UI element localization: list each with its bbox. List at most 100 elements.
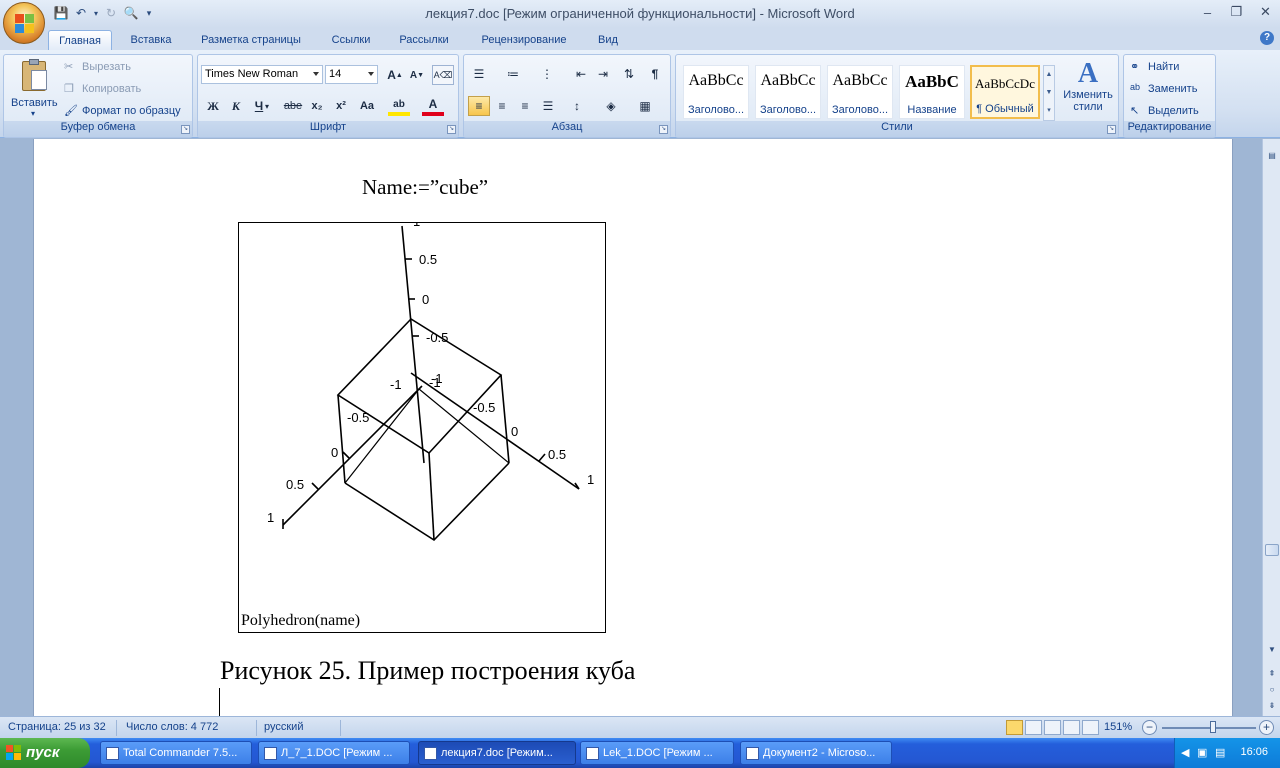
office-button[interactable] <box>3 2 45 44</box>
ruler-toggle-icon[interactable]: ▤ <box>1264 149 1280 163</box>
style-heading3[interactable]: AaBbCc Заголово... <box>827 65 893 119</box>
close-button[interactable]: ✕ <box>1251 0 1280 24</box>
change-styles-button[interactable]: A Изменить стили <box>1060 59 1116 121</box>
tab-home[interactable]: Главная <box>48 30 112 50</box>
tray-network-icon[interactable]: ▣ <box>1197 746 1207 759</box>
z-tick-top: 1 <box>413 223 420 229</box>
tray-language-icon[interactable]: ▤ <box>1215 746 1225 759</box>
style-heading1[interactable]: AaBbCc Заголово... <box>683 65 749 119</box>
figure-caption: Рисунок 25. Пример построения куба <box>220 656 636 685</box>
italic-button[interactable]: К <box>225 96 247 116</box>
status-bar: Страница: 25 из 32 Число слов: 4 772 рус… <box>0 716 1280 738</box>
line-spacing-icon[interactable]: ↕ <box>566 96 588 116</box>
font-launcher-icon[interactable]: ↘ <box>447 125 456 134</box>
show-marks-button[interactable]: ¶ <box>644 64 666 84</box>
previous-page-icon[interactable]: ⇞ <box>1264 667 1280 681</box>
cube-edges <box>336 317 510 542</box>
clipboard-launcher-icon[interactable]: ↘ <box>181 125 190 134</box>
shading-icon[interactable]: ◈ <box>600 96 622 116</box>
replace-button[interactable]: ab Заменить <box>1130 81 1214 99</box>
x-axis <box>410 372 580 490</box>
style-title[interactable]: AaBbC Название <box>899 65 965 119</box>
page-counter[interactable]: Страница: 25 из 32 <box>8 721 106 733</box>
bold-button[interactable]: Ж <box>202 96 224 116</box>
vertical-scrollbar[interactable]: ▤ ▼ ⇞ ○ ⇟ <box>1262 139 1280 716</box>
tab-insert[interactable]: Вставка <box>120 30 182 50</box>
styles-scroll[interactable]: ▲ ▼ ▾ <box>1043 65 1055 121</box>
tray-back-icon[interactable]: ◀ <box>1181 746 1189 759</box>
bullets-icon[interactable]: ☰ <box>468 64 490 84</box>
scroll-down-icon[interactable]: ▼ <box>1264 643 1280 657</box>
scroll-thumb[interactable] <box>1265 544 1279 556</box>
multilevel-list-icon[interactable]: ⋮ <box>536 64 558 84</box>
font-name-combo[interactable]: Times New Roman <box>201 65 323 84</box>
align-right-icon[interactable]: ≡ <box>514 96 536 116</box>
justify-icon[interactable]: ☰ <box>537 96 559 116</box>
find-button[interactable]: ⚭ Найти <box>1130 59 1214 77</box>
paste-button[interactable]: Вставить ▾ <box>8 57 60 119</box>
subscript-button[interactable]: x₂ <box>306 96 328 116</box>
document-page[interactable]: Name:=”cube” 0.5 0 -0.5 -1 -1 -0.5 0 0.5… <box>33 139 1233 716</box>
task-l7-doc[interactable]: Л_7_1.DOC [Режим ... <box>258 741 410 765</box>
cut-button[interactable]: ✂ Вырезать <box>64 59 184 77</box>
task-lecture7-doc[interactable]: лекция7.doc [Режим... <box>418 741 576 765</box>
web-layout-view-icon[interactable] <box>1044 720 1061 735</box>
zoom-out-icon[interactable]: − <box>1142 720 1157 735</box>
underline-dropdown-icon[interactable]: ▾ <box>262 96 272 116</box>
window-title: лекция7.doc [Режим ограниченной функцион… <box>425 6 855 21</box>
align-left-icon[interactable]: ≡ <box>468 96 490 116</box>
help-icon[interactable]: ? <box>1260 31 1274 45</box>
grow-font-icon: A <box>387 68 396 82</box>
decrease-indent-icon[interactable]: ⇤ <box>570 64 592 84</box>
language-indicator[interactable]: русский <box>264 721 303 733</box>
font-group-label: Шрифт <box>198 121 458 137</box>
browse-object-icon[interactable]: ○ <box>1264 683 1280 697</box>
strikethrough-button[interactable]: abe <box>282 96 304 116</box>
format-painter-button[interactable]: 🖌 Формат по образцу <box>64 103 190 121</box>
font-size-combo[interactable]: 14 <box>325 65 378 84</box>
styles-launcher-icon[interactable]: ↘ <box>1107 125 1116 134</box>
task-lek1-doc[interactable]: Lek_1.DOC [Режим ... <box>580 741 734 765</box>
numbering-icon[interactable]: ≔ <box>502 64 524 84</box>
copy-button[interactable]: ❐ Копировать <box>64 81 184 99</box>
next-page-icon[interactable]: ⇟ <box>1264 699 1280 713</box>
zoom-in-icon[interactable]: + <box>1259 720 1274 735</box>
word-count[interactable]: Число слов: 4 772 <box>126 721 218 733</box>
font-group: Times New Roman 14 A ▲ A ▼ A⌫ Ж К Ч ▾ abe … <box>197 54 459 138</box>
start-button[interactable]: пуск <box>0 738 90 768</box>
zoom-slider-thumb[interactable] <box>1210 721 1216 733</box>
sort-icon[interactable]: ⇅ <box>618 64 640 84</box>
minimize-button[interactable]: – <box>1193 0 1222 24</box>
clock[interactable]: 16:06 <box>1240 746 1268 758</box>
draft-view-icon[interactable] <box>1082 720 1099 735</box>
task-total-commander[interactable]: Total Commander 7.5... <box>100 741 252 765</box>
font-color-button[interactable]: A <box>422 96 444 116</box>
align-center-icon[interactable]: ≡ <box>491 96 513 116</box>
shrink-font-button[interactable]: A ▼ <box>406 65 428 85</box>
tab-page-layout[interactable]: Разметка страницы <box>190 30 312 50</box>
style-heading2[interactable]: AaBbCc Заголово... <box>755 65 821 119</box>
paragraph-launcher-icon[interactable]: ↘ <box>659 125 668 134</box>
tab-mailings[interactable]: Рассылки <box>390 30 458 50</box>
tab-view[interactable]: Вид <box>590 30 626 50</box>
highlight-button[interactable]: ab <box>388 96 410 116</box>
outline-view-icon[interactable] <box>1063 720 1080 735</box>
tab-review[interactable]: Рецензирование <box>466 30 582 50</box>
borders-icon[interactable]: ▦ <box>634 96 656 116</box>
zoom-level[interactable]: 151% <box>1104 721 1132 733</box>
zoom-slider-track[interactable] <box>1162 727 1256 729</box>
restore-button[interactable]: ❐ <box>1222 0 1251 24</box>
superscript-button[interactable]: x² <box>330 96 352 116</box>
select-button[interactable]: ↖ Выделить <box>1130 103 1214 121</box>
clear-formatting-button[interactable]: A⌫ <box>432 65 454 85</box>
increase-indent-icon[interactable]: ⇥ <box>592 64 614 84</box>
style-normal[interactable]: AaBbCcDc ¶ Обычный <box>970 65 1040 119</box>
task-document2[interactable]: Документ2 - Microso... <box>740 741 892 765</box>
full-screen-reading-view-icon[interactable] <box>1025 720 1042 735</box>
print-layout-view-icon[interactable] <box>1006 720 1023 735</box>
taskbar: пуск Total Commander 7.5... Л_7_1.DOC [Р… <box>0 738 1280 768</box>
tab-references[interactable]: Ссылки <box>320 30 382 50</box>
y-tick-1: 1 <box>267 510 274 525</box>
grow-font-button[interactable]: A ▲ <box>384 65 406 85</box>
change-case-button[interactable]: Aa <box>356 96 378 116</box>
